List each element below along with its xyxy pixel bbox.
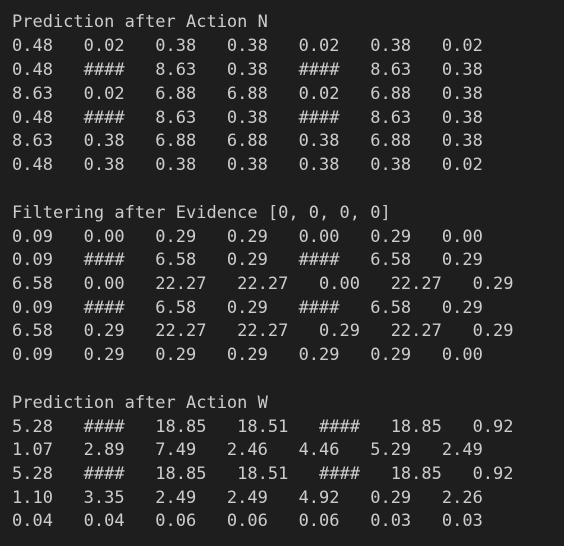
output-row: 0.09 0.29 0.29 0.29 0.29 0.29 0.00 <box>12 345 483 365</box>
output-row: 0.09 #### 6.58 0.29 #### 6.58 0.29 <box>12 298 483 318</box>
output-row: 8.63 0.38 6.88 6.88 0.38 6.88 0.38 <box>12 131 483 151</box>
output-row: 8.63 0.02 6.88 6.88 0.02 6.88 0.38 <box>12 84 483 104</box>
terminal-output: Prediction after Action N 0.48 0.02 0.38… <box>0 0 564 546</box>
output-row: 0.48 #### 8.63 0.38 #### 8.63 0.38 <box>12 108 483 128</box>
output-row: 5.28 #### 18.85 18.51 #### 18.85 0.92 <box>12 417 514 437</box>
output-row: 0.48 #### 8.63 0.38 #### 8.63 0.38 <box>12 60 483 80</box>
output-row: 0.09 #### 6.58 0.29 #### 6.58 0.29 <box>12 250 483 270</box>
output-row: 0.04 0.04 0.06 0.06 0.06 0.03 0.03 <box>12 511 483 531</box>
output-row: 6.58 0.29 22.27 22.27 0.29 22.27 0.29 <box>12 321 514 341</box>
output-row: 0.48 0.38 0.38 0.38 0.38 0.38 0.02 <box>12 155 483 175</box>
output-row: 6.58 0.00 22.27 22.27 0.00 22.27 0.29 <box>12 274 514 294</box>
section-heading: Filtering after Evidence [0, 0, 0, 0] <box>12 203 391 223</box>
output-row: 1.07 2.89 7.49 2.46 4.46 5.29 2.49 <box>12 440 483 460</box>
section-heading: Prediction after Action N <box>12 12 268 32</box>
output-row: 0.09 0.00 0.29 0.29 0.00 0.29 0.00 <box>12 227 483 247</box>
output-row: 0.48 0.02 0.38 0.38 0.02 0.38 0.02 <box>12 36 483 56</box>
section-heading: Prediction after Action W <box>12 393 268 413</box>
output-row: 5.28 #### 18.85 18.51 #### 18.85 0.92 <box>12 464 514 484</box>
output-row: 1.10 3.35 2.49 2.49 4.92 0.29 2.26 <box>12 488 483 508</box>
